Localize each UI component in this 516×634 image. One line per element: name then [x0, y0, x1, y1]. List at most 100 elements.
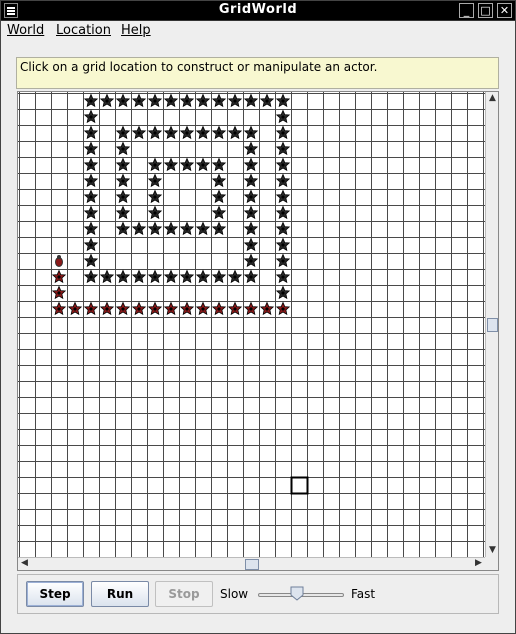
flower-icon[interactable] — [115, 141, 131, 156]
flower-icon[interactable] — [211, 301, 227, 316]
selected-cell-marker[interactable] — [290, 476, 309, 495]
flower-icon[interactable] — [179, 125, 195, 140]
flower-icon[interactable] — [275, 173, 291, 188]
flower-icon[interactable] — [195, 93, 211, 108]
flower-icon[interactable] — [179, 221, 195, 236]
flower-icon[interactable] — [275, 189, 291, 204]
flower-icon[interactable] — [179, 269, 195, 284]
flower-icon[interactable] — [227, 125, 243, 140]
flower-icon[interactable] — [163, 221, 179, 236]
menu-help[interactable]: Help — [121, 23, 151, 38]
flower-icon[interactable] — [83, 189, 99, 204]
flower-icon[interactable] — [83, 93, 99, 108]
flower-icon[interactable] — [211, 157, 227, 172]
flower-icon[interactable] — [83, 125, 99, 140]
flower-icon[interactable] — [275, 221, 291, 236]
flower-icon[interactable] — [163, 157, 179, 172]
flower-icon[interactable] — [147, 125, 163, 140]
flower-icon[interactable] — [131, 269, 147, 284]
flower-icon[interactable] — [259, 301, 275, 316]
flower-icon[interactable] — [99, 269, 115, 284]
flower-icon[interactable] — [99, 93, 115, 108]
flower-icon[interactable] — [147, 221, 163, 236]
flower-icon[interactable] — [147, 301, 163, 316]
menu-world[interactable]: World — [7, 23, 44, 38]
flower-icon[interactable] — [147, 269, 163, 284]
flower-icon[interactable] — [211, 93, 227, 108]
scroll-up-icon[interactable]: ▲ — [487, 93, 498, 104]
flower-icon[interactable] — [243, 269, 259, 284]
flower-icon[interactable] — [147, 93, 163, 108]
flower-icon[interactable] — [195, 269, 211, 284]
grid-canvas[interactable] — [18, 92, 485, 557]
flower-icon[interactable] — [83, 269, 99, 284]
flower-icon[interactable] — [259, 93, 275, 108]
flower-icon[interactable] — [83, 157, 99, 172]
horizontal-scroll-thumb[interactable] — [244, 559, 259, 570]
flower-icon[interactable] — [243, 205, 259, 220]
flower-icon[interactable] — [211, 189, 227, 204]
flower-icon[interactable] — [115, 173, 131, 188]
flower-icon[interactable] — [243, 221, 259, 236]
scroll-down-icon[interactable]: ▼ — [487, 545, 498, 556]
flower-icon[interactable] — [51, 269, 67, 284]
flower-icon[interactable] — [147, 173, 163, 188]
flower-icon[interactable] — [275, 301, 291, 316]
flower-icon[interactable] — [163, 269, 179, 284]
speed-slider-thumb[interactable] — [290, 586, 304, 601]
horizontal-scrollbar[interactable]: ◀ ▶ — [18, 557, 485, 570]
flower-icon[interactable] — [83, 221, 99, 236]
flower-icon[interactable] — [211, 205, 227, 220]
flower-icon[interactable] — [243, 157, 259, 172]
flower-icon[interactable] — [163, 125, 179, 140]
flower-icon[interactable] — [211, 173, 227, 188]
flower-icon[interactable] — [83, 109, 99, 124]
close-icon[interactable]: ✕ — [497, 3, 512, 18]
flower-icon[interactable] — [51, 301, 67, 316]
flower-icon[interactable] — [195, 301, 211, 316]
flower-icon[interactable] — [131, 221, 147, 236]
flower-icon[interactable] — [227, 301, 243, 316]
flower-icon[interactable] — [51, 285, 67, 300]
flower-icon[interactable] — [99, 301, 115, 316]
flower-icon[interactable] — [243, 189, 259, 204]
maximize-icon[interactable]: □ — [478, 3, 493, 18]
flower-icon[interactable] — [147, 189, 163, 204]
flower-icon[interactable] — [243, 253, 259, 268]
stop-button[interactable]: Stop — [155, 581, 213, 607]
flower-icon[interactable] — [211, 125, 227, 140]
flower-icon[interactable] — [275, 125, 291, 140]
flower-icon[interactable] — [275, 157, 291, 172]
flower-icon[interactable] — [83, 205, 99, 220]
flower-icon[interactable] — [163, 93, 179, 108]
flower-icon[interactable] — [275, 253, 291, 268]
flower-icon[interactable] — [115, 157, 131, 172]
flower-icon[interactable] — [243, 173, 259, 188]
run-button[interactable]: Run — [91, 581, 149, 607]
flower-icon[interactable] — [67, 301, 83, 316]
flower-icon[interactable] — [115, 93, 131, 108]
vertical-scroll-thumb[interactable] — [487, 317, 498, 332]
flower-icon[interactable] — [131, 125, 147, 140]
scroll-left-icon[interactable]: ◀ — [19, 558, 30, 569]
flower-icon[interactable] — [179, 301, 195, 316]
flower-icon[interactable] — [211, 221, 227, 236]
flower-icon[interactable] — [83, 141, 99, 156]
flower-icon[interactable] — [115, 205, 131, 220]
flower-icon[interactable] — [243, 125, 259, 140]
menu-location[interactable]: Location — [56, 23, 111, 38]
flower-icon[interactable] — [83, 173, 99, 188]
flower-icon[interactable] — [211, 269, 227, 284]
flower-icon[interactable] — [147, 157, 163, 172]
flower-icon[interactable] — [115, 125, 131, 140]
flower-icon[interactable] — [115, 189, 131, 204]
flower-icon[interactable] — [195, 125, 211, 140]
flower-icon[interactable] — [115, 301, 131, 316]
vertical-scrollbar[interactable]: ▲ ▼ — [485, 92, 498, 557]
flower-icon[interactable] — [275, 237, 291, 252]
flower-icon[interactable] — [131, 93, 147, 108]
flower-icon[interactable] — [243, 93, 259, 108]
bug-icon[interactable] — [55, 255, 63, 267]
flower-icon[interactable] — [163, 301, 179, 316]
flower-icon[interactable] — [131, 301, 147, 316]
